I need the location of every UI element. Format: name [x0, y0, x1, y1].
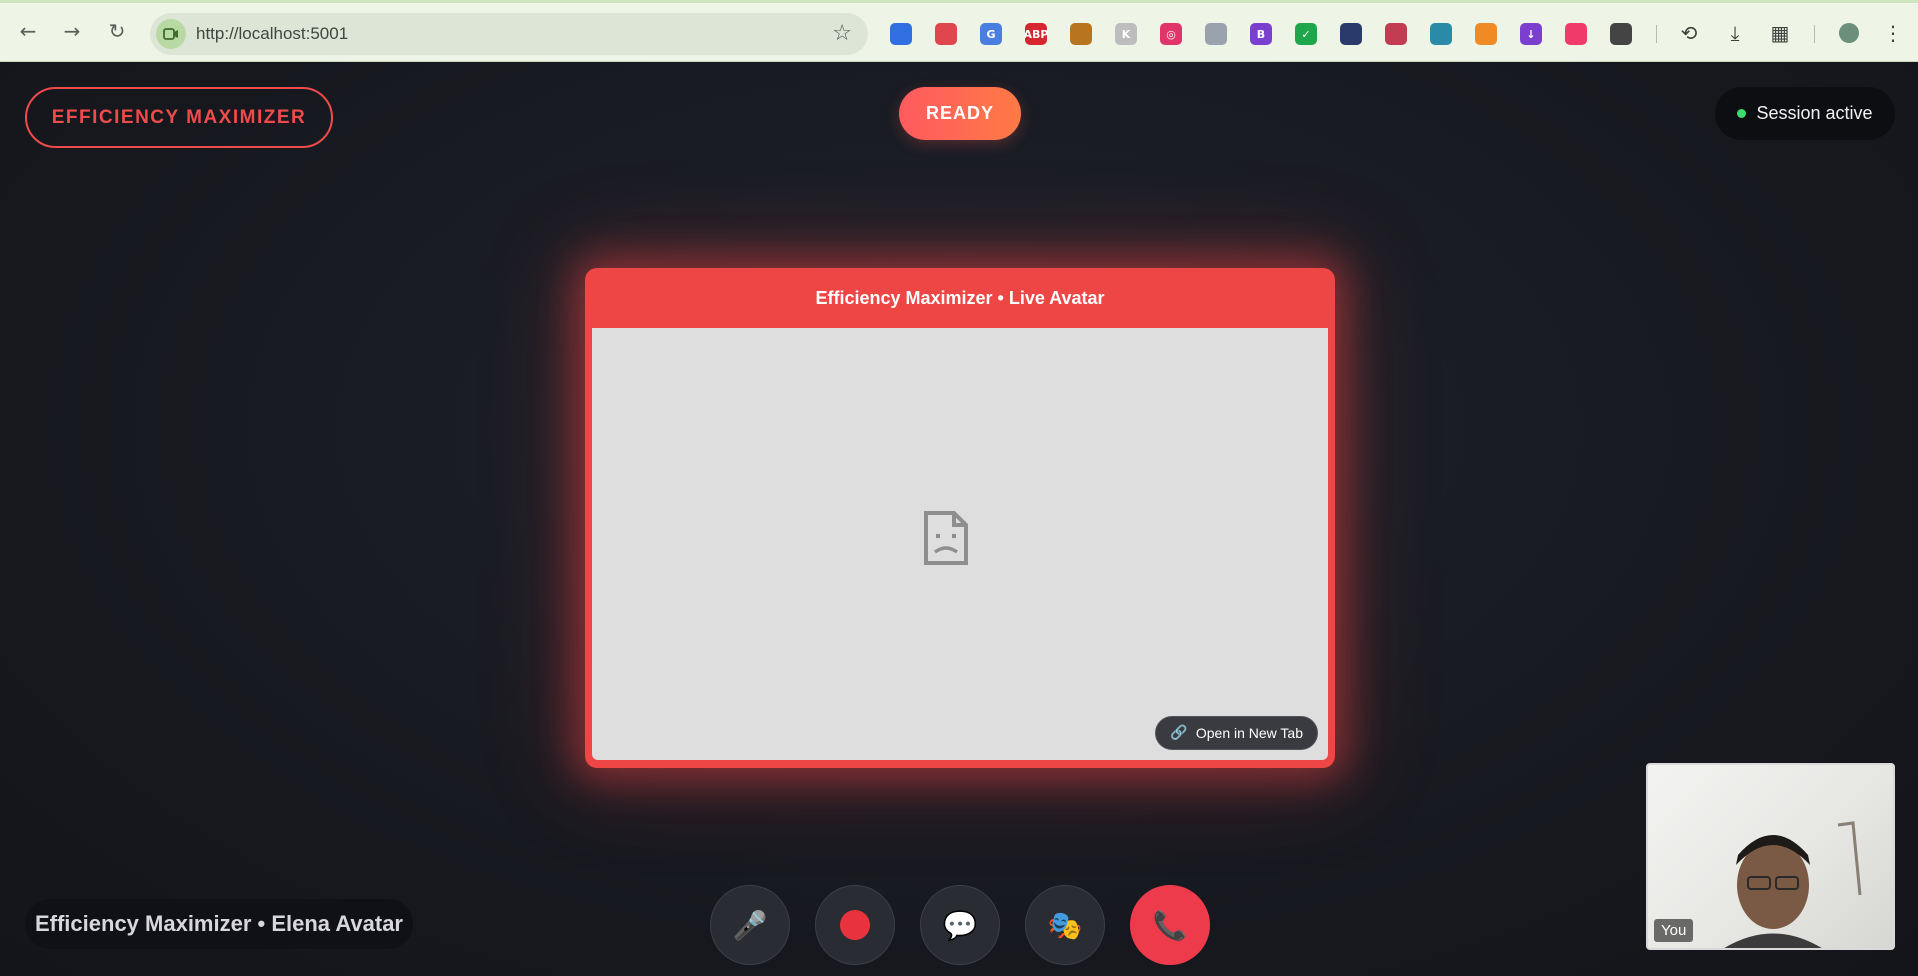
fox-ext-icon[interactable] — [1475, 23, 1497, 45]
open-in-new-tab-button[interactable]: 🔗 Open in New Tab — [1155, 716, 1318, 750]
session-status: Session active — [1715, 87, 1895, 140]
broken-page-icon — [924, 511, 968, 565]
self-view-tag: You — [1654, 919, 1694, 942]
forward-icon[interactable]: → — [58, 17, 86, 45]
tree-ext-icon[interactable] — [1430, 23, 1452, 45]
puzzle-ext-icon[interactable] — [1610, 23, 1632, 45]
microphone-icon: 🎤 — [732, 908, 768, 942]
record-button[interactable] — [815, 885, 895, 965]
profile-avatar-icon[interactable] — [1836, 20, 1862, 46]
chat-bubble-icon: 💬 — [942, 908, 978, 942]
status-badge: READY — [899, 87, 1021, 140]
phone-icon: 📞 — [1152, 908, 1188, 942]
open-in-new-tab-label: Open in New Tab — [1195, 725, 1303, 741]
gem-ext-icon[interactable] — [1565, 23, 1587, 45]
target-ext-icon[interactable]: ◎ — [1160, 23, 1182, 45]
url-text[interactable]: http://localhost:5001 — [196, 24, 348, 44]
hang-up-button[interactable]: 📞 — [1130, 885, 1210, 965]
menu-kebab-icon[interactable]: ⋮ — [1880, 20, 1906, 46]
b-ext-icon[interactable]: B — [1250, 23, 1272, 45]
history-icon[interactable]: ⟲ — [1676, 20, 1702, 46]
self-video-preview: You — [1646, 763, 1895, 950]
camel-ext-icon[interactable] — [1070, 23, 1092, 45]
chat-button[interactable]: 💬 — [920, 885, 1000, 965]
search-ext-icon[interactable] — [1340, 23, 1362, 45]
address-bar[interactable]: http://localhost:5001 ☆ — [150, 13, 868, 55]
downloads-icon[interactable]: ⤓ — [1722, 20, 1748, 46]
brand-label: EFFICIENCY MAXIMIZER — [25, 87, 333, 148]
k-ext-icon[interactable]: K — [1115, 23, 1137, 45]
link-icon: 🔗 — [1170, 725, 1188, 741]
adblock-ext-icon[interactable]: ABP — [1024, 23, 1048, 45]
site-info-icon[interactable] — [156, 19, 186, 49]
mic-button[interactable]: 🎤 — [710, 885, 790, 965]
app-stage: EFFICIENCY MAXIMIZER READY Session activ… — [0, 62, 1918, 976]
browser-toolbar: ← → ↻ http://localhost:5001 ☆ G ABP K ◎ B ✓ ↓ … — [0, 0, 1918, 62]
mood-button[interactable]: 🎭 — [1025, 885, 1105, 965]
back-icon[interactable]: ← — [14, 17, 42, 45]
photo-ext-icon[interactable] — [1205, 23, 1227, 45]
avatar-card: Efficiency Maximizer • Live Avatar 🔗 Ope… — [585, 268, 1335, 768]
translate-ext-icon[interactable]: G — [980, 23, 1002, 45]
toolbar-divider — [1814, 25, 1815, 43]
grid-ext-icon[interactable] — [935, 23, 957, 45]
status-dot-icon — [1737, 109, 1747, 118]
session-status-text: Session active — [1756, 103, 1873, 123]
slash-ext-icon[interactable] — [1385, 23, 1407, 45]
record-icon — [840, 910, 870, 940]
check-ext-icon[interactable]: ✓ — [1295, 23, 1317, 45]
download-ext-icon[interactable]: ↓ — [1520, 23, 1542, 45]
session-name-label: Efficiency Maximizer • Elena Avatar — [25, 899, 413, 949]
bookmark-ext-icon[interactable] — [890, 23, 912, 45]
avatar-card-title: Efficiency Maximizer • Live Avatar — [815, 287, 1105, 308]
bookmark-star-icon[interactable]: ☆ — [832, 21, 852, 46]
theater-masks-icon: 🎭 — [1047, 908, 1083, 942]
toolbar-divider — [1656, 25, 1657, 43]
avatar-frame: 🔗 Open in New Tab — [592, 328, 1328, 760]
reload-icon[interactable]: ↻ — [103, 17, 131, 45]
side-panel-icon[interactable]: ▦ — [1767, 20, 1793, 46]
